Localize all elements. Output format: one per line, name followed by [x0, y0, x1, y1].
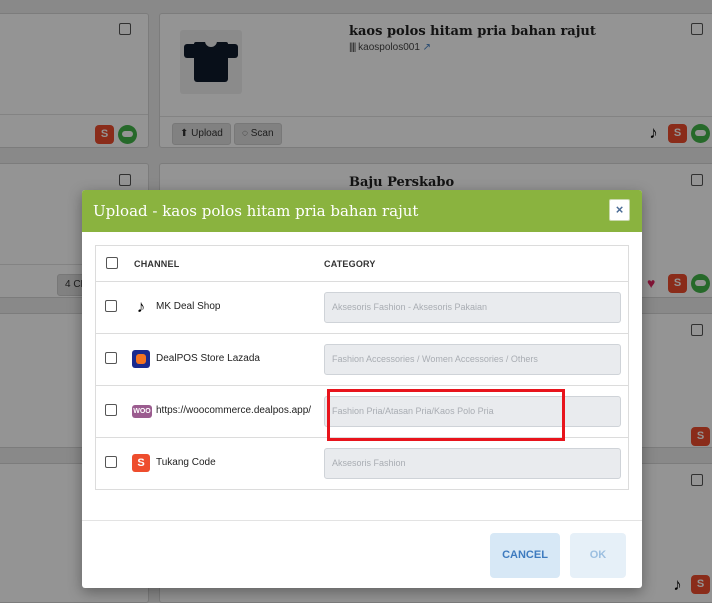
cancel-button[interactable]: CANCEL: [490, 533, 560, 578]
select-all-checkbox[interactable]: [106, 257, 118, 269]
row-checkbox[interactable]: [105, 404, 117, 416]
table-row-tukang-code: S Tukang Code Aksesoris Fashion: [95, 438, 629, 490]
close-icon: ×: [615, 202, 624, 217]
table-row-dealpos-lazada: DealPOS Store Lazada Fashion Accessories…: [95, 334, 629, 386]
modal-footer: CANCEL OK: [82, 520, 642, 588]
channel-name: Tukang Code: [156, 457, 216, 468]
table-row-mk-deal-shop: ♪ MK Deal Shop Aksesoris Fashion - Akses…: [95, 282, 629, 334]
channel-name: https://woocommerce.dealpos.app/: [156, 405, 312, 416]
lazada-icon: [132, 350, 150, 368]
row-checkbox[interactable]: [105, 300, 117, 312]
row-checkbox[interactable]: [105, 456, 117, 468]
row-checkbox[interactable]: [105, 352, 117, 364]
category-field[interactable]: Aksesoris Fashion - Aksesoris Pakaian: [324, 292, 621, 323]
category-field[interactable]: Fashion Accessories / Women Accessories …: [324, 344, 621, 375]
close-button[interactable]: ×: [609, 199, 630, 221]
category-field[interactable]: Aksesoris Fashion: [324, 448, 621, 479]
channel-name: MK Deal Shop: [156, 301, 221, 312]
modal-title: Upload - kaos polos hitam pria bahan raj…: [93, 202, 419, 220]
ok-button[interactable]: OK: [570, 533, 626, 578]
modal-header: Upload - kaos polos hitam pria bahan raj…: [82, 190, 642, 232]
table-header: CHANNEL CATEGORY: [96, 246, 628, 282]
category-column-header: CATEGORY: [324, 259, 376, 269]
upload-modal: Upload - kaos polos hitam pria bahan raj…: [82, 190, 642, 588]
highlight-annotation-box: [327, 389, 565, 441]
woocommerce-icon: WOO: [132, 405, 152, 418]
shopee-icon: S: [132, 454, 150, 472]
channel-table: CHANNEL CATEGORY ♪ MK Deal Shop Aksesori…: [95, 245, 629, 490]
channel-column-header: CHANNEL: [134, 259, 180, 269]
channel-name: DealPOS Store Lazada: [156, 353, 260, 364]
tiktok-icon: ♪: [132, 298, 150, 316]
